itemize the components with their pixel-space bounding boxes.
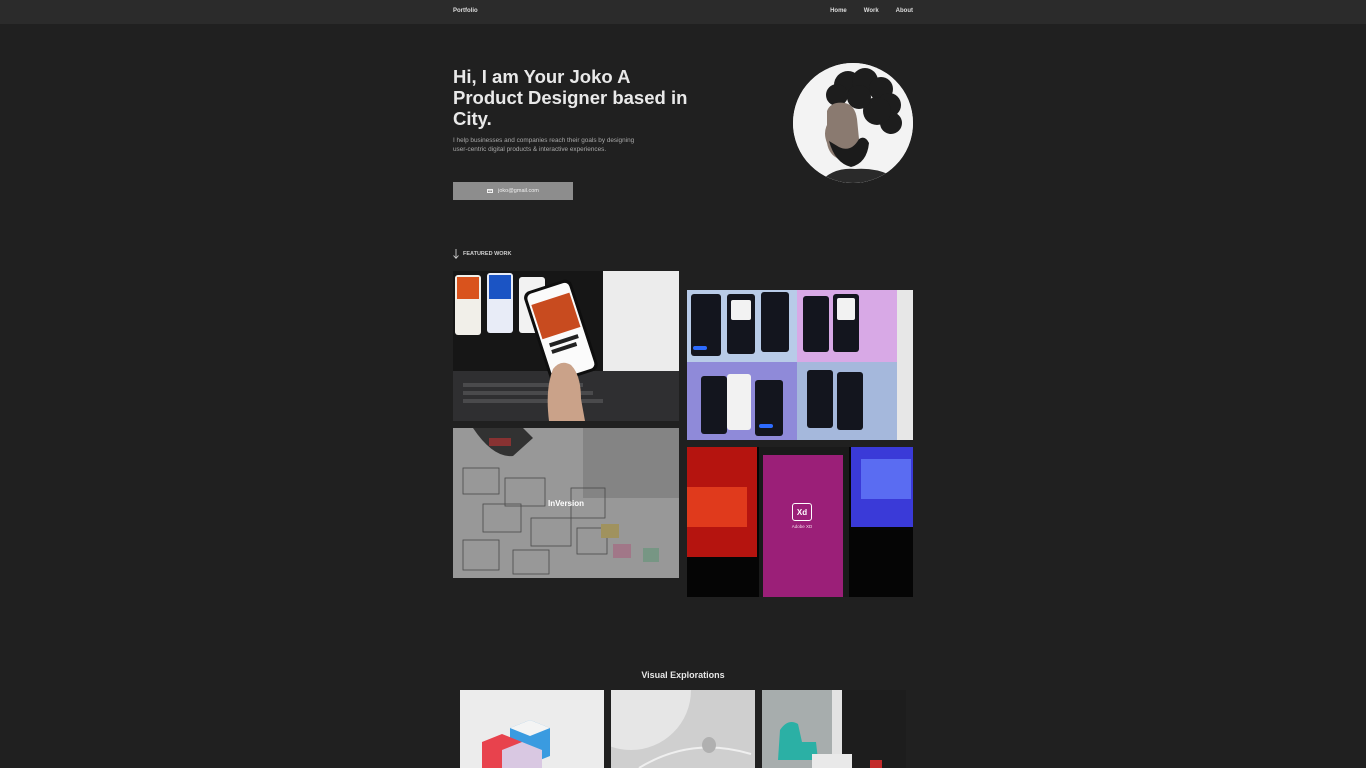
hero-subtitle: I help businesses and companies reach th…	[453, 137, 635, 154]
nav-links: Home Work About	[830, 8, 913, 14]
featured-work-label: FEATURED WORK	[463, 251, 512, 257]
adobe-xd-caption: Adobe XD	[791, 524, 813, 529]
email-label: joko@gmail.com	[498, 188, 539, 194]
project-card-4[interactable]: Xd Adobe XD	[687, 447, 913, 597]
project-card-3[interactable]: InVersion	[453, 428, 679, 578]
nav-link-about[interactable]: About	[896, 8, 913, 14]
exploration-thumb-3[interactable]	[762, 690, 906, 768]
email-button[interactable]: joko@gmail.com	[453, 182, 573, 200]
adobe-xd-logo: Xd	[792, 503, 812, 521]
nav-link-work[interactable]: Work	[864, 8, 879, 14]
brand-logo[interactable]: Portfolio	[453, 8, 478, 14]
avatar	[793, 63, 913, 183]
project-overlay-label: InVersion	[453, 428, 679, 578]
project-card-2[interactable]	[687, 290, 913, 440]
nav-link-home[interactable]: Home	[830, 8, 847, 14]
featured-work-heading: FEATURED WORK	[453, 249, 511, 259]
project-card-1[interactable]	[453, 271, 679, 421]
mail-icon	[487, 189, 494, 193]
hero-title: Hi, I am Your Joko A Product Designer ba…	[453, 66, 688, 129]
top-nav-bar: Portfolio Home Work About	[0, 0, 1366, 24]
visual-explorations-heading: Visual Explorations	[641, 670, 725, 680]
exploration-thumb-2[interactable]	[611, 690, 755, 768]
arrow-down-icon	[453, 249, 459, 259]
xd-icon-text: Xd	[796, 507, 808, 517]
exploration-thumb-1[interactable]	[460, 690, 604, 768]
